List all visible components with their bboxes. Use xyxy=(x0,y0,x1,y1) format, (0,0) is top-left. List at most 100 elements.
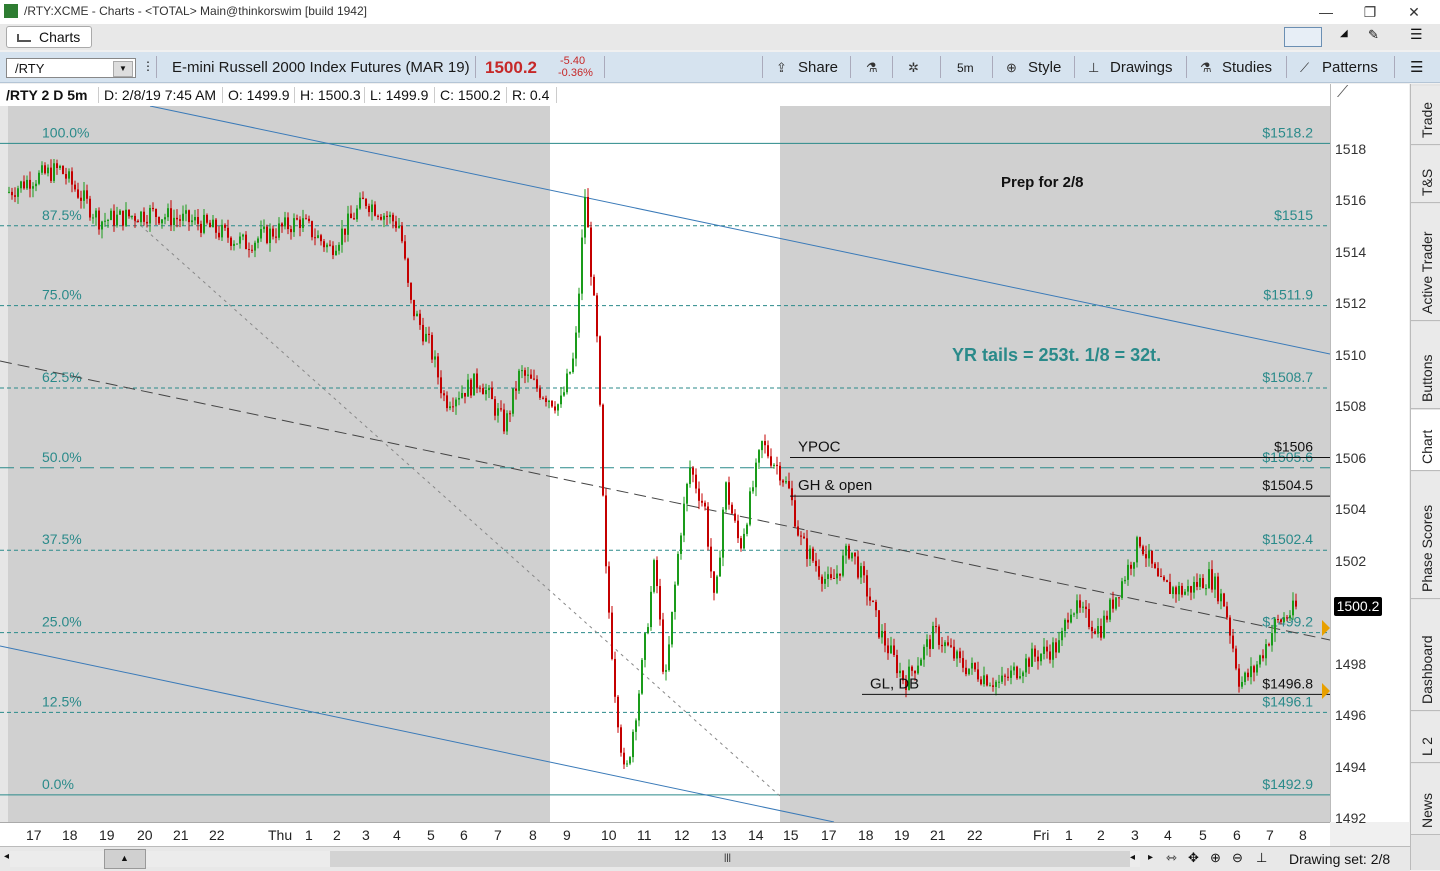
sidebar-tab-label: Chart xyxy=(1419,429,1435,464)
fib-percent-label: 50.0% xyxy=(42,449,82,465)
candle-body xyxy=(362,197,364,200)
candle-body xyxy=(344,228,346,235)
candle-body xyxy=(260,229,262,239)
time-axis[interactable]: 17 18 19 20 21 22 Thu 1 2 3 4 5 6 7 8 9 10 11 12 13 14 15 17 18… xyxy=(0,822,1330,847)
candle-body xyxy=(413,299,415,317)
scroll-left-icon[interactable]: ◂ xyxy=(4,851,9,862)
candle-body xyxy=(365,199,367,206)
settings-button[interactable]: ✲ xyxy=(908,58,930,78)
sidebar-tab-label: Active Trader xyxy=(1419,231,1435,314)
candle-body xyxy=(1076,600,1078,614)
link-icon[interactable]: ⋮ xyxy=(142,59,154,73)
flask-button[interactable]: ⚗ xyxy=(866,58,888,78)
menu-icon[interactable]: ☰ xyxy=(1410,26,1423,43)
style-button[interactable]: ⊕ Style xyxy=(1006,58,1061,78)
level-price-label: $1496.8 xyxy=(1262,675,1313,691)
price-axis[interactable]: ⟋ 1518 1516 1514 1512 1510 1508 1506 1504 1502 14… xyxy=(1330,84,1409,826)
time-tick-label: Fri xyxy=(1033,827,1050,843)
drawing-set-label[interactable]: Drawing set: 2/8 xyxy=(1289,851,1390,867)
candle-body xyxy=(554,406,556,411)
scroll-grip-icon[interactable]: ||| xyxy=(724,852,731,862)
sidebar-tab-chart[interactable]: Chart xyxy=(1411,410,1440,471)
restore-button[interactable]: ❐ xyxy=(1350,2,1390,22)
candle-body xyxy=(62,165,64,174)
axis-collapse-icon[interactable]: ⟋ xyxy=(1337,84,1348,102)
candle-body xyxy=(920,659,922,666)
drawings-button[interactable]: ⊥ Drawings xyxy=(1088,58,1173,78)
sidebar-tab-news[interactable]: News xyxy=(1411,764,1440,835)
pan-icon[interactable]: ✥ xyxy=(1188,850,1199,866)
candle-body xyxy=(353,218,355,220)
fib-price-label: $1502.4 xyxy=(1262,531,1313,547)
scroll-left-small-icon[interactable]: ◂ xyxy=(1130,852,1135,863)
candle-body xyxy=(953,646,955,659)
candle-body xyxy=(965,667,967,675)
drawing-set-icon[interactable]: ⊥ xyxy=(1256,850,1267,866)
price-chart[interactable]: 100.0% $1518.2 87.5% $1515 75.0% $1511.9 62.5%… xyxy=(0,106,1330,822)
candle-body xyxy=(686,483,688,504)
layout-selector[interactable] xyxy=(1284,27,1322,47)
candle-body xyxy=(290,229,292,233)
symbol-input[interactable]: /RTY ▼ xyxy=(6,58,136,78)
candle-body xyxy=(1091,626,1093,632)
candle-body xyxy=(758,450,760,463)
candle-body xyxy=(1070,614,1072,623)
tab-charts[interactable]: Charts xyxy=(6,26,92,48)
candle-body xyxy=(989,685,991,687)
candle-body xyxy=(389,214,391,218)
patterns-button[interactable]: ⟋ Patterns xyxy=(1300,58,1378,78)
candle-body xyxy=(806,538,808,559)
scroll-right-icon[interactable]: ▸ xyxy=(1148,852,1153,863)
sidebar-tab-trade[interactable]: Trade xyxy=(1411,86,1440,145)
candle-body xyxy=(527,374,529,376)
candle-body xyxy=(530,374,532,379)
time-tick-label: 3 xyxy=(1131,827,1139,843)
close-button[interactable]: ✕ xyxy=(1394,2,1434,22)
candle-body xyxy=(1088,609,1090,627)
expand-icon[interactable]: ▲ xyxy=(120,853,129,863)
candle-body xyxy=(1085,606,1087,610)
candle-body xyxy=(128,209,130,217)
chart-canvas[interactable]: 100.0% $1518.287.5% $151575.0% $1511.962.5%… xyxy=(0,106,1330,822)
zoom-out-icon[interactable]: ⊖ xyxy=(1232,850,1243,866)
fit-icon[interactable]: ⇿ xyxy=(1166,850,1177,866)
timeframe-button[interactable]: 5m xyxy=(957,58,974,78)
candle-body xyxy=(311,221,313,238)
candle-body xyxy=(215,219,217,233)
sidebar-tab-l-2[interactable]: L 2 xyxy=(1411,712,1440,763)
layout-dropdown-icon[interactable]: ◢ xyxy=(1340,28,1348,39)
studies-button[interactable]: ⚗ Studies xyxy=(1200,58,1272,78)
sidebar-tab-t-s[interactable]: T&S xyxy=(1411,146,1440,203)
sidebar-tab-phase-scores[interactable]: Phase Scores xyxy=(1411,472,1440,599)
sidebar-tab-active-trader[interactable]: Active Trader xyxy=(1411,204,1440,321)
candle-body xyxy=(1229,617,1231,636)
candle-body xyxy=(23,181,25,189)
chevron-down-icon[interactable]: ▼ xyxy=(113,61,133,77)
candle-body xyxy=(335,250,337,256)
candle-body xyxy=(113,210,115,226)
candle-body xyxy=(1199,578,1201,587)
candle-body xyxy=(926,639,928,647)
candle-body xyxy=(1052,642,1054,660)
zoom-in-icon[interactable]: ⊕ xyxy=(1210,850,1221,866)
sidebar-tab-dashboard[interactable]: Dashboard xyxy=(1411,600,1440,711)
candle-body xyxy=(815,560,817,567)
candle-body xyxy=(503,409,505,432)
time-tick-label: 11 xyxy=(637,827,652,843)
candle-body xyxy=(917,665,919,674)
minimize-button[interactable]: — xyxy=(1306,2,1346,22)
candle-body xyxy=(812,548,814,561)
pin-icon[interactable]: ✎ xyxy=(1368,27,1379,43)
candle-body xyxy=(1028,658,1030,667)
time-tick-label: 18 xyxy=(62,827,78,843)
level-label: YPOC xyxy=(798,439,841,456)
candle-body xyxy=(500,408,502,410)
time-tick-label: 17 xyxy=(26,827,42,843)
candle-body xyxy=(1220,593,1222,602)
list-menu-icon[interactable]: ☰ xyxy=(1410,58,1423,78)
candle-body xyxy=(650,591,652,628)
sidebar-tab-buttons[interactable]: Buttons xyxy=(1411,322,1440,409)
candle-body xyxy=(1256,664,1258,673)
share-button[interactable]: ⇪ Share xyxy=(776,58,838,78)
candle-body xyxy=(578,293,580,333)
